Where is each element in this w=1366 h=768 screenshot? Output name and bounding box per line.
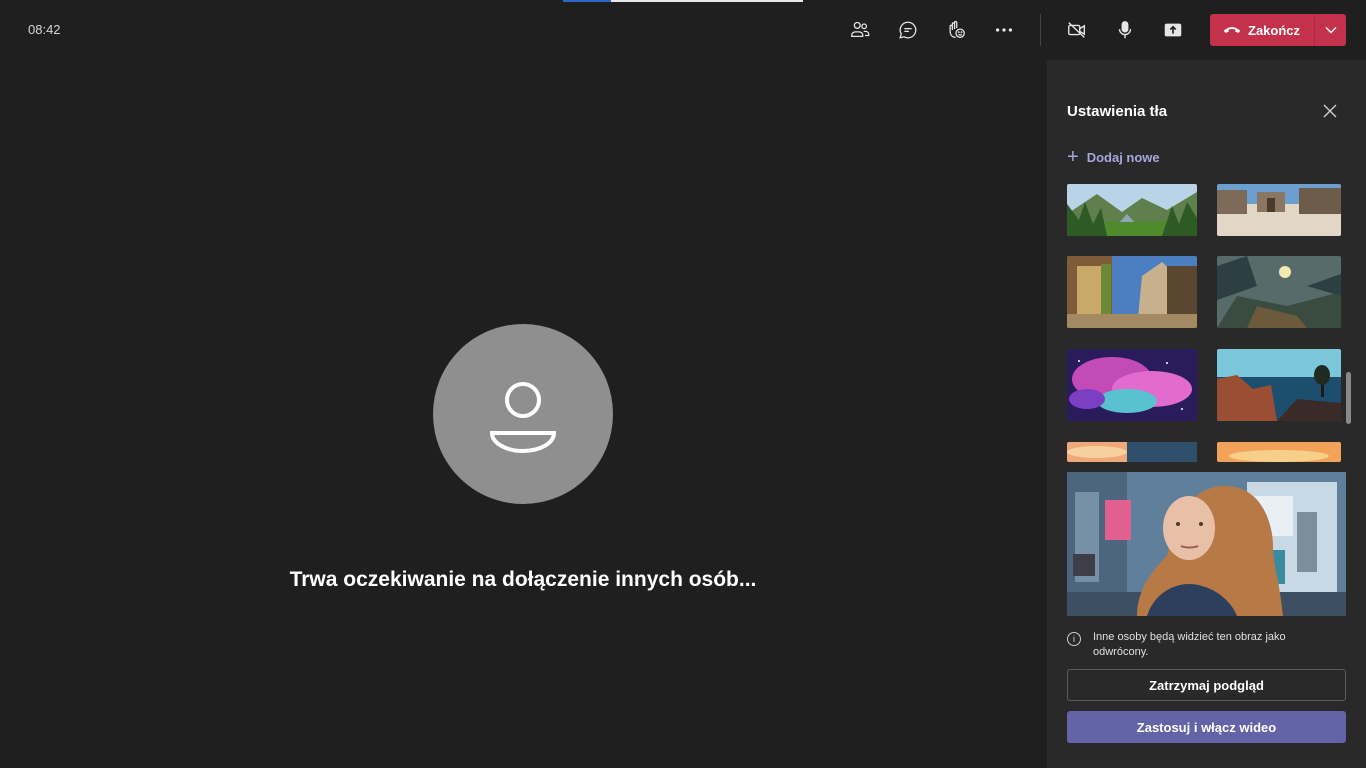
participants-button[interactable] (844, 14, 876, 46)
apply-and-turn-on-video-button[interactable]: Zastosuj i włącz wideo (1067, 711, 1346, 743)
background-gallery (1067, 184, 1347, 462)
background-thumbnail-coastal-cliffs[interactable] (1217, 349, 1341, 421)
microphone-icon (1118, 21, 1132, 39)
desert-town-image (1217, 184, 1341, 236)
video-preview (1067, 472, 1346, 616)
video-preview-image (1067, 472, 1346, 616)
share-screen-button[interactable] (1157, 14, 1189, 46)
people-icon (851, 21, 870, 38)
info-icon: i (1067, 632, 1081, 646)
close-panel-button[interactable] (1319, 100, 1341, 122)
chat-button[interactable] (892, 14, 924, 46)
sunset-sky-1-image (1067, 442, 1197, 462)
share-screen-icon (1164, 23, 1182, 37)
add-new-label: Dodaj nowe (1086, 149, 1160, 165)
hang-up-icon (1223, 27, 1241, 33)
stop-preview-button[interactable]: Zatrzymaj podgląd (1067, 669, 1346, 701)
toolbar-divider (1040, 14, 1041, 46)
fantasy-village-image (1067, 256, 1197, 328)
background-settings-panel: Ustawienia tła + Dodaj nowe i Inne osoby… (1047, 60, 1366, 768)
background-thumbnail-sunset-sky-1[interactable] (1067, 442, 1197, 462)
more-icon (995, 28, 1013, 32)
waiting-message: Trwa oczekiwanie na dołączenie innych os… (289, 568, 757, 591)
mountain-valley-image (1067, 184, 1197, 236)
meeting-toolbar: 08:42 Zakończ (0, 0, 1366, 60)
background-thumbnail-desert-town[interactable] (1217, 184, 1341, 236)
end-call-options-button[interactable] (1315, 14, 1346, 46)
loading-progress-fill (563, 0, 611, 2)
avatar (433, 324, 613, 504)
end-call-main[interactable]: Zakończ (1210, 14, 1314, 46)
camera-off-icon (1068, 22, 1086, 38)
background-thumbnail-fantasy-village[interactable] (1067, 256, 1197, 328)
end-call-label: Zakończ (1248, 22, 1301, 38)
meeting-stage: Trwa oczekiwanie na dołączenie innych os… (0, 60, 1046, 768)
gallery-scrollbar[interactable] (1346, 372, 1351, 424)
meeting-timer: 08:42 (28, 22, 61, 37)
person-icon (489, 382, 557, 454)
nebula-image (1067, 349, 1197, 421)
add-new-background-button[interactable]: + Dodaj nowe (1067, 146, 1160, 168)
raise-hand-icon (949, 20, 965, 38)
reactions-button[interactable] (940, 14, 972, 46)
microphone-toggle-button[interactable] (1109, 14, 1141, 46)
mirror-info-text: Inne osoby będą widzieć ten obraz jako o… (1093, 631, 1286, 658)
coastal-cliffs-image (1217, 349, 1341, 421)
panel-title: Ustawienia tła (1067, 103, 1168, 120)
background-thumbnail-mountain-valley[interactable] (1067, 184, 1197, 236)
background-thumbnail-alien-planet[interactable] (1217, 256, 1341, 328)
mirror-info-note: i Inne osoby będą widzieć ten obraz jako… (1067, 630, 1327, 660)
background-thumbnail-nebula[interactable] (1067, 349, 1197, 421)
chevron-down-icon (1325, 27, 1336, 34)
background-thumbnail-sunset-sky-2[interactable] (1217, 442, 1341, 462)
more-options-button[interactable] (988, 14, 1020, 46)
camera-toggle-button[interactable] (1061, 14, 1093, 46)
end-call-button[interactable]: Zakończ (1210, 14, 1346, 46)
loading-progress (563, 0, 803, 2)
close-icon (1323, 104, 1337, 118)
alien-planet-image (1217, 256, 1341, 328)
plus-icon: + (1067, 146, 1079, 168)
chat-icon (899, 21, 917, 39)
sunset-sky-2-image (1217, 442, 1341, 462)
